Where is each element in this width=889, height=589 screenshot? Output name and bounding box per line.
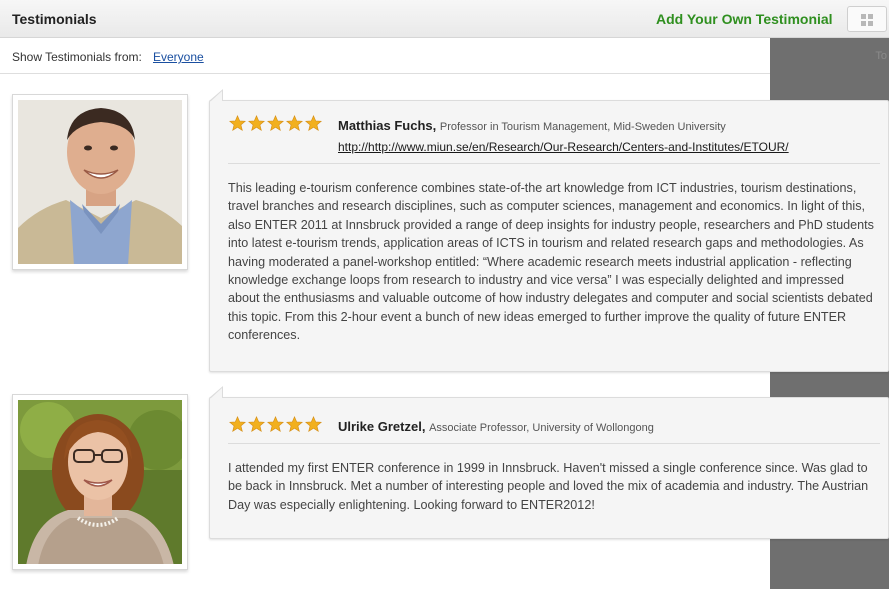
- filter-everyone-link[interactable]: Everyone: [153, 50, 204, 64]
- portrait-woman-image: [18, 400, 182, 564]
- star-icon: [229, 416, 246, 433]
- add-testimonial-link[interactable]: Add Your Own Testimonial: [656, 11, 833, 27]
- avatar-photo: [18, 100, 182, 264]
- star-icon: [286, 416, 303, 433]
- star-icon: [267, 416, 284, 433]
- avatar-matthias-fuchs: [12, 94, 188, 270]
- page-title: Testimonials: [12, 11, 97, 27]
- side-panel-text: To: [875, 50, 887, 62]
- star-icon: [267, 115, 284, 132]
- star-icon: [248, 115, 265, 132]
- grid-view-button[interactable]: [847, 6, 887, 32]
- author-role: Professor in Tourism Management, Mid-Swe…: [439, 121, 726, 133]
- testimonial-card: Matthias Fuchs, Professor in Tourism Man…: [209, 89, 889, 372]
- star-icon: [305, 416, 322, 433]
- divider: [228, 443, 880, 444]
- star-icon: [305, 115, 322, 132]
- testimonial-text: This leading e-tourism conference combin…: [228, 181, 874, 343]
- testimonial-author: Matthias Fuchs, Professor in Tourism Man…: [338, 118, 726, 133]
- author-name: Ulrike Gretzel,: [338, 419, 426, 434]
- author-name: Matthias Fuchs,: [338, 118, 437, 133]
- rating-stars: [229, 115, 322, 132]
- avatar-photo: [18, 400, 182, 564]
- filter-bar: Show Testimonials from: Everyone: [0, 38, 770, 74]
- divider: [228, 163, 880, 164]
- star-icon: [286, 115, 303, 132]
- portrait-man-image: [18, 100, 182, 264]
- header-bar: Testimonials Add Your Own Testimonial: [0, 0, 889, 38]
- testimonial-author: Ulrike Gretzel, Associate Professor, Uni…: [338, 419, 654, 434]
- testimonial-card: Ulrike Gretzel, Associate Professor, Uni…: [209, 386, 889, 539]
- rating-stars: [229, 416, 322, 433]
- author-role: Associate Professor, University of Wollo…: [429, 422, 654, 434]
- star-icon: [229, 115, 246, 132]
- star-icon: [248, 416, 265, 433]
- avatar-ulrike-gretzel: [12, 394, 188, 570]
- author-website-link[interactable]: http://http://www.miun.se/en/Research/Ou…: [338, 140, 789, 154]
- filter-label: Show Testimonials from:: [12, 50, 142, 64]
- testimonial-text: I attended my first ENTER conference in …: [228, 461, 869, 512]
